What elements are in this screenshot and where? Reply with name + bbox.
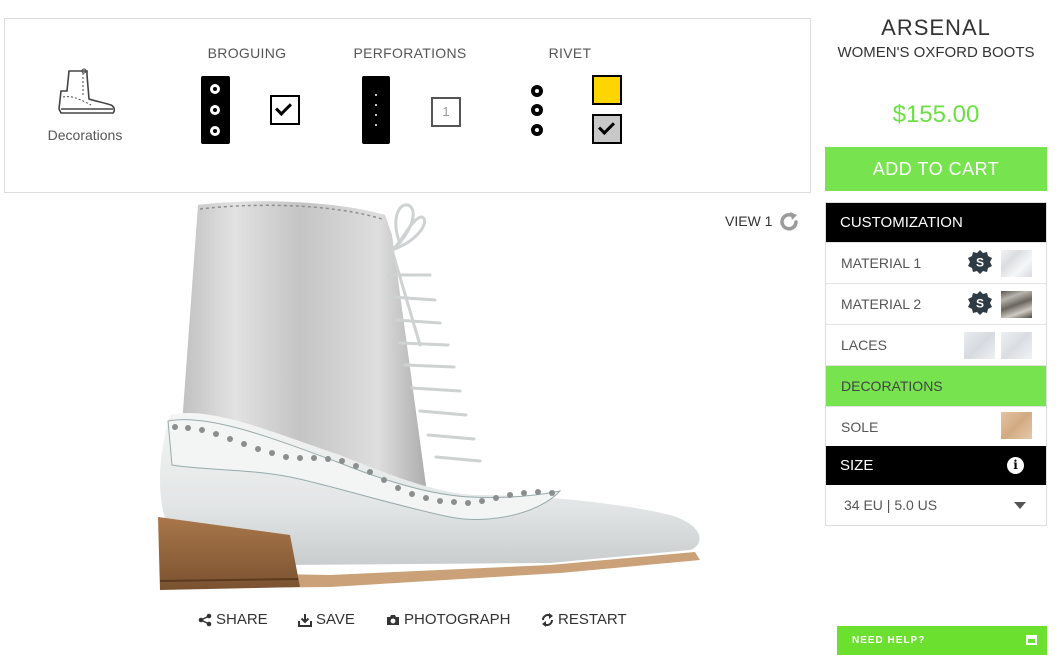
- broguing-hole-icon: [210, 84, 220, 94]
- material-2-texture[interactable]: [1001, 291, 1032, 318]
- perforation-icon: [375, 124, 377, 126]
- boot-preview-image[interactable]: [130, 195, 730, 605]
- customization-row-material-2[interactable]: MATERIAL 2 S: [826, 283, 1046, 324]
- customization-panel: CUSTOMIZATION MATERIAL 1 S MATERIAL 2 S …: [825, 202, 1047, 526]
- perforations-count-box[interactable]: 1: [431, 97, 461, 127]
- product-title: ARSENAL: [881, 15, 991, 40]
- perforation-icon: [375, 104, 377, 106]
- broguing-title: BROGUING: [207, 45, 287, 61]
- broguing-hole-icon: [210, 105, 220, 115]
- restart-label: RESTART: [558, 611, 627, 628]
- perforation-icon: [375, 94, 377, 96]
- add-to-cart-button[interactable]: ADD TO CART: [825, 147, 1047, 191]
- rivet-color-gold[interactable]: [592, 75, 622, 105]
- rivet-color-silver[interactable]: [592, 114, 622, 144]
- broguing-checkbox[interactable]: [270, 95, 300, 125]
- rivet-title: RIVET: [548, 45, 592, 61]
- rivet-icon: [531, 85, 543, 97]
- info-icon[interactable]: i: [1007, 457, 1024, 474]
- camera-icon: [387, 614, 399, 625]
- decorations-row-label: DECORATIONS: [841, 378, 943, 394]
- customization-row-sole[interactable]: SOLE: [826, 406, 1046, 446]
- view-label: VIEW 1: [725, 213, 773, 229]
- boot-outline-icon: [58, 68, 116, 114]
- decorations-panel: Decorations BROGUING PERFORATIONS 1 RIVE…: [4, 18, 811, 193]
- product-price: $155.00: [892, 101, 980, 128]
- broguing-hole-icon: [210, 126, 220, 136]
- customization-header: CUSTOMIZATION: [826, 203, 1046, 242]
- decorations-label: Decorations: [47, 127, 123, 143]
- save-button[interactable]: SAVE: [298, 611, 355, 628]
- checkmark-icon: [275, 99, 292, 116]
- rivet-icon: [531, 104, 543, 116]
- need-help-button[interactable]: NEED HELP?: [837, 626, 1047, 655]
- s-badge-label: S: [976, 256, 984, 270]
- material-1-texture[interactable]: [1001, 250, 1032, 277]
- chevron-down-icon: [1014, 502, 1026, 509]
- rotate-view-icon[interactable]: [777, 210, 801, 234]
- chat-window-icon: [1026, 635, 1037, 645]
- s-badge-icon: S: [968, 291, 992, 315]
- sole-label: SOLE: [841, 419, 879, 435]
- need-help-label: NEED HELP?: [852, 635, 926, 646]
- material-1-label: MATERIAL 1: [841, 255, 922, 271]
- sole-texture[interactable]: [1001, 412, 1032, 439]
- size-select[interactable]: 34 EU | 5.0 US: [826, 485, 1046, 525]
- customization-row-decorations[interactable]: DECORATIONS: [826, 365, 1046, 406]
- s-badge-label: S: [976, 297, 984, 311]
- rivet-icon: [531, 124, 543, 136]
- rivet-style-option[interactable]: [529, 83, 545, 139]
- checkmark-icon: [598, 118, 615, 135]
- share-icon: [198, 613, 212, 626]
- laces-texture-2[interactable]: [1001, 332, 1032, 359]
- size-value: 34 EU | 5.0 US: [844, 497, 938, 513]
- download-icon: [298, 613, 312, 627]
- perforations-swatch[interactable]: [362, 76, 390, 144]
- laces-texture-1[interactable]: [964, 332, 995, 359]
- decorations-category[interactable]: Decorations: [35, 67, 135, 143]
- restart-button[interactable]: RESTART: [541, 611, 627, 628]
- share-button[interactable]: SHARE: [198, 611, 268, 628]
- photograph-label: PHOTOGRAPH: [404, 611, 511, 628]
- restart-icon: [542, 612, 553, 627]
- broguing-swatch[interactable]: [201, 76, 230, 144]
- size-header: SIZE i: [826, 446, 1046, 485]
- s-badge-icon: S: [968, 250, 992, 274]
- size-header-label: SIZE: [840, 457, 874, 474]
- perforations-title: PERFORATIONS: [353, 45, 467, 61]
- share-label: SHARE: [216, 611, 268, 628]
- save-label: SAVE: [316, 611, 355, 628]
- product-subtitle: WOMEN'S OXFORD BOOTS: [837, 44, 1035, 61]
- perforation-icon: [375, 114, 377, 116]
- customization-row-laces[interactable]: LACES: [826, 324, 1046, 365]
- customization-row-material-1[interactable]: MATERIAL 1 S: [826, 242, 1046, 283]
- material-2-label: MATERIAL 2: [841, 296, 922, 312]
- laces-label: LACES: [841, 337, 887, 353]
- photograph-button[interactable]: PHOTOGRAPH: [386, 611, 510, 628]
